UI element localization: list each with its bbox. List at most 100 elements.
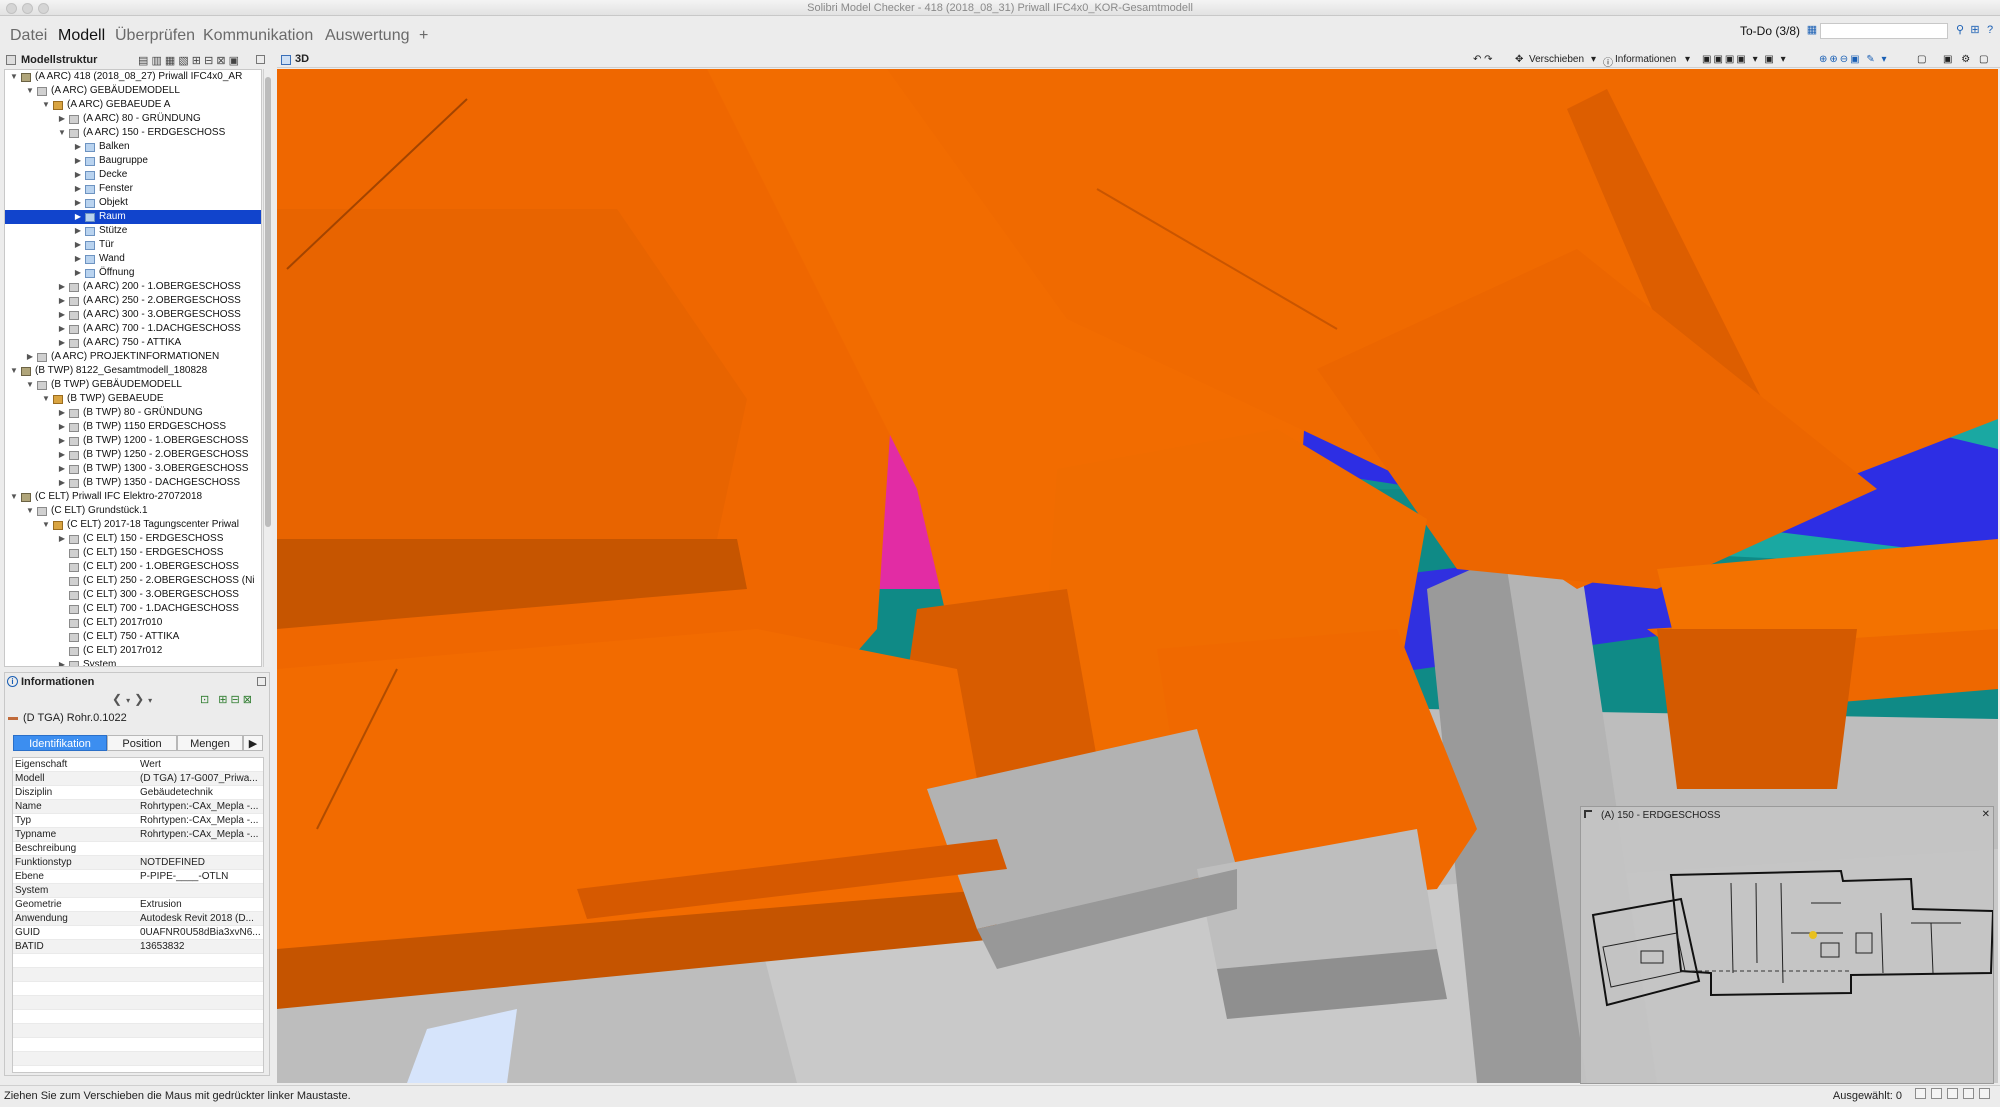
panel-layout-icon[interactable]: ▢	[1917, 54, 1926, 65]
collapse-arrow-icon[interactable]: ▼	[25, 504, 35, 518]
info-navigation[interactable]: ❮▾❯▾	[112, 692, 156, 706]
more-tabs-button[interactable]: ▶	[243, 735, 263, 751]
expand-arrow-icon[interactable]: ▶	[57, 532, 67, 546]
expand-arrow-icon[interactable]: ▶	[57, 462, 67, 476]
expand-arrow-icon[interactable]: ▶	[57, 280, 67, 294]
tree-item[interactable]: (C ELT) 2017r012	[5, 644, 261, 658]
forward-arrow-icon[interactable]: ❯	[134, 692, 148, 706]
expand-arrow-icon[interactable]: ▶	[73, 266, 83, 280]
expand-arrow-icon[interactable]: ▶	[57, 434, 67, 448]
status-icon-3[interactable]	[1947, 1088, 1958, 1099]
expand-arrow-icon[interactable]: ▶	[57, 658, 67, 666]
expand-arrow-icon[interactable]: ▶	[57, 476, 67, 490]
tab-identifikation[interactable]: Identifikation	[13, 735, 107, 751]
expand-arrow-icon[interactable]: ▶	[73, 140, 83, 154]
tree-item[interactable]: ▶ Fenster	[5, 182, 261, 196]
menu-auswertung[interactable]: Auswertung	[325, 27, 410, 45]
expand-arrow-icon[interactable]: ▶	[57, 322, 67, 336]
tree-item[interactable]: ▶ (A ARC) PROJEKTINFORMATIONEN	[5, 350, 261, 364]
move-dropdown-icon[interactable]: ▾	[1591, 54, 1596, 65]
help-icon[interactable]: ?	[1984, 24, 1996, 36]
tree-scrollbar-thumb[interactable]	[265, 77, 271, 527]
tree-item[interactable]: ▶ (A ARC) 750 - ATTIKA	[5, 336, 261, 350]
expand-arrow-icon[interactable]: ▶	[57, 336, 67, 350]
view-toolbar-icons[interactable]: ▣▣▣▣ ▾ ▣ ▾	[1702, 54, 1788, 65]
info-toolbar-icons[interactable]: ⊡ ⊞⊟⊠	[200, 693, 255, 706]
status-icon-1[interactable]	[1915, 1088, 1926, 1099]
expand-arrow-icon[interactable]: ▶	[57, 294, 67, 308]
search-input[interactable]	[1820, 23, 1948, 39]
tree-item[interactable]: ▶ Balken	[5, 140, 261, 154]
collapse-arrow-icon[interactable]: ▼	[9, 490, 19, 504]
expand-arrow-icon[interactable]: ▶	[73, 168, 83, 182]
tree-item[interactable]: ▶ Baugruppe	[5, 154, 261, 168]
move-icon[interactable]: ✥	[1515, 54, 1523, 65]
status-icon-4[interactable]	[1963, 1088, 1974, 1099]
info-mode-icon[interactable]: ⓘ	[1603, 54, 1613, 69]
tree-item[interactable]: ▼ (A ARC) 150 - ERDGESCHOSS	[5, 126, 261, 140]
maximize-info-panel-icon[interactable]	[257, 677, 266, 686]
expand-arrow-icon[interactable]: ▶	[73, 182, 83, 196]
tree-item[interactable]: ▶ (B TWP) 1300 - 3.OBERGESCHOSS	[5, 462, 261, 476]
collapse-arrow-icon[interactable]: ▼	[41, 518, 51, 532]
tree-item[interactable]: (C ELT) 2017r010	[5, 616, 261, 630]
add-tab-button[interactable]: +	[419, 27, 428, 45]
tree-item[interactable]: ▶ (A ARC) 700 - 1.DACHGESCHOSS	[5, 322, 261, 336]
menu-datei[interactable]: Datei	[10, 27, 47, 45]
expand-arrow-icon[interactable]: ▶	[25, 350, 35, 364]
menu-ueberpruefen[interactable]: Überprüfen	[115, 27, 195, 45]
tree-item[interactable]: (C ELT) 150 - ERDGESCHOSS	[5, 546, 261, 560]
tree-item[interactable]: ▶ Tür	[5, 238, 261, 252]
forward-dropdown-icon[interactable]: ▾	[148, 696, 156, 705]
undo-redo-icons[interactable]: ↶ ↷	[1473, 54, 1493, 65]
tree-item[interactable]: ▶ (A ARC) 300 - 3.OBERGESCHOSS	[5, 308, 261, 322]
tree-item[interactable]: (C ELT) 250 - 2.OBERGESCHOSS (Ni	[5, 574, 261, 588]
history-dropdown-icon[interactable]: ▾	[126, 696, 134, 705]
tree-item[interactable]: ▶ Stütze	[5, 224, 261, 238]
tree-item[interactable]: ▶ (B TWP) 1200 - 1.OBERGESCHOSS	[5, 434, 261, 448]
menu-kommunikation[interactable]: Kommunikation	[203, 27, 313, 45]
tree-scrollbar[interactable]	[263, 69, 272, 667]
minimap-close-icon[interactable]: ✕	[1982, 809, 1990, 820]
expand-arrow-icon[interactable]: ▶	[57, 406, 67, 420]
back-arrow-icon[interactable]: ❮	[112, 692, 126, 706]
tree-item[interactable]: ▶ (B TWP) 1350 - DACHGESCHOSS	[5, 476, 261, 490]
tree-item[interactable]: ▼ (B TWP) GEBAEUDE	[5, 392, 261, 406]
tree-item[interactable]: ▶ (B TWP) 1150 ERDGESCHOSS	[5, 420, 261, 434]
expand-arrow-icon[interactable]: ▶	[57, 420, 67, 434]
tree-item[interactable]: ▶ (A ARC) 250 - 2.OBERGESCHOSS	[5, 294, 261, 308]
info-mode-label[interactable]: Informationen	[1615, 54, 1676, 65]
tree-item[interactable]: (C ELT) 300 - 3.OBERGESCHOSS	[5, 588, 261, 602]
status-icon-5[interactable]	[1979, 1088, 1990, 1099]
view-options-icons[interactable]: ▣ ⚙ ▢	[1943, 54, 1991, 65]
expand-arrow-icon[interactable]: ▶	[57, 112, 67, 126]
binoculars-icon[interactable]: ⚲	[1954, 24, 1966, 36]
tab-position[interactable]: Position	[107, 735, 177, 751]
tree-item[interactable]: ▶ Raum	[5, 210, 261, 224]
floor-plan-minimap[interactable]: (A) 150 - ERDGESCHOSS ✕	[1580, 806, 1994, 1084]
collapse-arrow-icon[interactable]: ▼	[25, 378, 35, 392]
expand-arrow-icon[interactable]: ▶	[57, 448, 67, 462]
tree-item[interactable]: ▶ System	[5, 658, 261, 666]
todo-counter[interactable]: To-Do (3/8)	[1740, 24, 1800, 38]
status-icon-2[interactable]	[1931, 1088, 1942, 1099]
collapse-arrow-icon[interactable]: ▼	[57, 126, 67, 140]
tree-item[interactable]: (C ELT) 750 - ATTIKA	[5, 630, 261, 644]
tree-item[interactable]: ▼ (A ARC) GEBAEUDE A	[5, 98, 261, 112]
tree-item[interactable]: ▶ (C ELT) 150 - ERDGESCHOSS	[5, 532, 261, 546]
tree-item[interactable]: (C ELT) 700 - 1.DACHGESCHOSS	[5, 602, 261, 616]
info-mode-dropdown-icon[interactable]: ▾	[1685, 54, 1690, 65]
collapse-arrow-icon[interactable]: ▼	[9, 364, 19, 378]
tree-item[interactable]: ▶ (B TWP) 80 - GRÜNDUNG	[5, 406, 261, 420]
collapse-arrow-icon[interactable]: ▼	[41, 392, 51, 406]
maximize-panel-icon[interactable]	[256, 55, 265, 64]
expand-arrow-icon[interactable]: ▶	[57, 308, 67, 322]
expand-arrow-icon[interactable]: ▶	[73, 252, 83, 266]
tree-item[interactable]: ▼ (B TWP) GEBÄUDEMODELL	[5, 378, 261, 392]
tab-mengen[interactable]: Mengen	[177, 735, 243, 751]
collapse-arrow-icon[interactable]: ▼	[41, 98, 51, 112]
tree-item[interactable]: ▶ (A ARC) 200 - 1.OBERGESCHOSS	[5, 280, 261, 294]
tree-item[interactable]: (C ELT) 200 - 1.OBERGESCHOSS	[5, 560, 261, 574]
zoom-icons[interactable]: ⊕⊕⊖▣ ✎ ▾	[1819, 54, 1889, 65]
tree-item[interactable]: ▼ (B TWP) 8122_Gesamtmodell_180828	[5, 364, 261, 378]
